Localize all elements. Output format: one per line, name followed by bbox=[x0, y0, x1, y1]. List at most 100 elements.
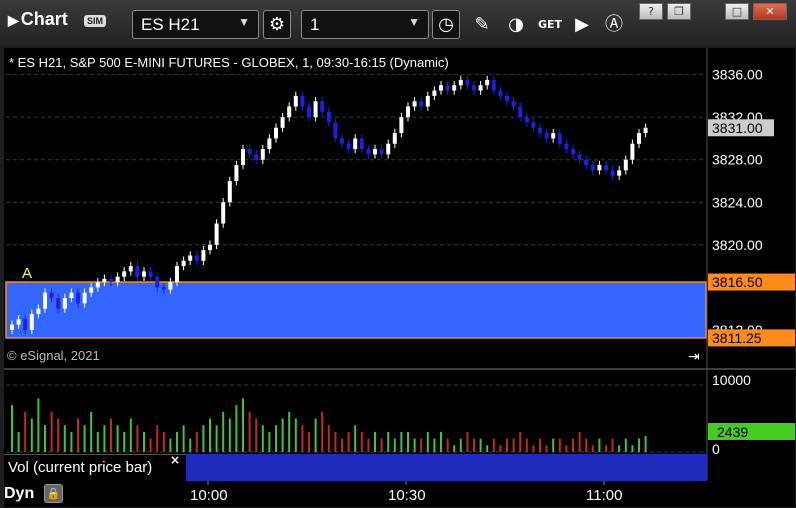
volume-bar bbox=[129, 418, 132, 452]
volume-bar bbox=[558, 438, 561, 452]
candle-body bbox=[260, 149, 265, 160]
volume-bar bbox=[268, 431, 271, 452]
study-icon[interactable]: ◑ bbox=[502, 10, 530, 39]
candle-body bbox=[82, 292, 87, 304]
symbol-combo[interactable]: ES H21 ▼ bbox=[132, 10, 259, 39]
candle-body bbox=[340, 138, 344, 144]
volume-bar bbox=[644, 435, 647, 452]
candle-body bbox=[326, 111, 331, 123]
candle-body bbox=[386, 143, 391, 155]
candle-body bbox=[10, 324, 14, 330]
chart-header: * ES H21, S&P 500 E-MINI FUTURES - GLOBE… bbox=[9, 55, 449, 70]
volume-bar bbox=[525, 438, 528, 452]
candle-body bbox=[320, 101, 325, 112]
volume-bar bbox=[354, 425, 357, 452]
volume-bar bbox=[605, 445, 607, 452]
volume-bar bbox=[314, 418, 317, 452]
candle-body bbox=[43, 292, 47, 309]
volume-bar bbox=[156, 425, 159, 452]
volume-bar bbox=[420, 438, 423, 452]
title-menu-icon[interactable]: ▶ bbox=[8, 12, 19, 28]
maximize-button[interactable]: □ bbox=[725, 3, 749, 20]
volume-bar bbox=[631, 445, 634, 452]
zone-lower-label: 3811.25 bbox=[712, 330, 762, 346]
candle-body bbox=[208, 244, 212, 251]
volume-bar bbox=[327, 425, 330, 452]
clock-icon[interactable]: ◷ bbox=[432, 10, 460, 39]
annotation-a[interactable]: A bbox=[22, 265, 32, 282]
candle-body bbox=[287, 106, 292, 118]
candle-body bbox=[564, 143, 569, 150]
volume-bar bbox=[565, 445, 568, 452]
candle-body bbox=[274, 127, 278, 139]
time-tick-label: 11:00 bbox=[586, 487, 622, 504]
candle-body bbox=[221, 202, 226, 224]
chevron-down-icon[interactable]: ▼ bbox=[238, 15, 250, 29]
volume-bar bbox=[433, 438, 436, 452]
candle-body bbox=[399, 117, 404, 134]
volume-bar bbox=[169, 438, 172, 452]
volume-bar bbox=[261, 425, 264, 452]
volume-bar bbox=[235, 405, 238, 452]
volume-bar bbox=[83, 425, 86, 452]
volume-bar bbox=[182, 425, 185, 452]
candle-body bbox=[406, 106, 410, 118]
candle-body bbox=[544, 133, 549, 139]
volume-bar bbox=[222, 411, 225, 452]
zone-upper-label: 3816.50 bbox=[712, 274, 763, 290]
get-icon[interactable]: GET bbox=[536, 10, 564, 39]
vol-legend-label[interactable]: Vol (current price bar) bbox=[8, 459, 152, 476]
candle-body bbox=[465, 79, 470, 86]
volume-bar bbox=[11, 405, 13, 452]
candle-body bbox=[590, 165, 595, 171]
volume-bar bbox=[387, 431, 390, 452]
volume-bar bbox=[552, 438, 555, 452]
chevron-down-icon[interactable]: ▼ bbox=[408, 15, 420, 29]
chart-area[interactable]: * ES H21, S&P 500 E-MINI FUTURES - GLOBE… bbox=[4, 48, 795, 507]
candle-body bbox=[472, 85, 476, 91]
cursor-icon[interactable]: Ⓐ bbox=[600, 10, 628, 39]
candle-body bbox=[49, 292, 54, 298]
close-icon[interactable]: × bbox=[170, 453, 180, 467]
lock-icon[interactable]: 🔒 bbox=[44, 484, 63, 503]
close-button[interactable]: ✕ bbox=[753, 3, 787, 20]
pencil-icon[interactable]: ✎ bbox=[468, 10, 496, 39]
app-title[interactable]: ▶ Chart bbox=[8, 9, 68, 30]
candle-body bbox=[439, 85, 443, 91]
volume-bar bbox=[572, 438, 574, 452]
interval-combo[interactable]: 1 ▼ bbox=[301, 10, 429, 39]
candle-body bbox=[181, 260, 186, 267]
volume-bar bbox=[195, 431, 198, 452]
dynamic-label[interactable]: Dyn bbox=[4, 485, 34, 503]
candle-body bbox=[214, 223, 219, 245]
volume-bar bbox=[162, 431, 165, 452]
candle-body bbox=[571, 149, 575, 155]
candle-body bbox=[524, 117, 529, 123]
price-chart[interactable]: * ES H21, S&P 500 E-MINI FUTURES - GLOBE… bbox=[4, 48, 795, 507]
candle-body bbox=[267, 138, 272, 150]
volume-bar bbox=[215, 425, 218, 452]
candle-body bbox=[604, 165, 608, 171]
volume-bar bbox=[347, 431, 350, 452]
volume-bar bbox=[110, 418, 112, 452]
volume-bar bbox=[446, 438, 449, 452]
volume-bar bbox=[44, 425, 46, 452]
settings-icon[interactable]: ⚙ bbox=[263, 10, 291, 39]
volume-bar bbox=[360, 431, 363, 452]
volume-bar bbox=[57, 418, 60, 452]
candle-body bbox=[445, 85, 450, 91]
candle-body bbox=[518, 106, 523, 118]
restore-button[interactable]: ❐ bbox=[667, 3, 691, 20]
volume-bar bbox=[486, 445, 489, 452]
candle-body bbox=[366, 149, 371, 155]
scroll-end-icon[interactable]: ⇥ bbox=[688, 349, 700, 365]
volume-bar bbox=[281, 418, 284, 452]
sim-badge: SIM bbox=[84, 15, 107, 27]
volume-bar bbox=[176, 431, 178, 452]
volume-bar bbox=[506, 438, 508, 452]
candle-body bbox=[300, 95, 305, 107]
vol-axis-max: 10000 bbox=[712, 372, 751, 388]
play-icon[interactable]: ▶ bbox=[568, 10, 596, 39]
help-button[interactable]: ? bbox=[639, 3, 663, 20]
candle-body bbox=[188, 255, 193, 261]
